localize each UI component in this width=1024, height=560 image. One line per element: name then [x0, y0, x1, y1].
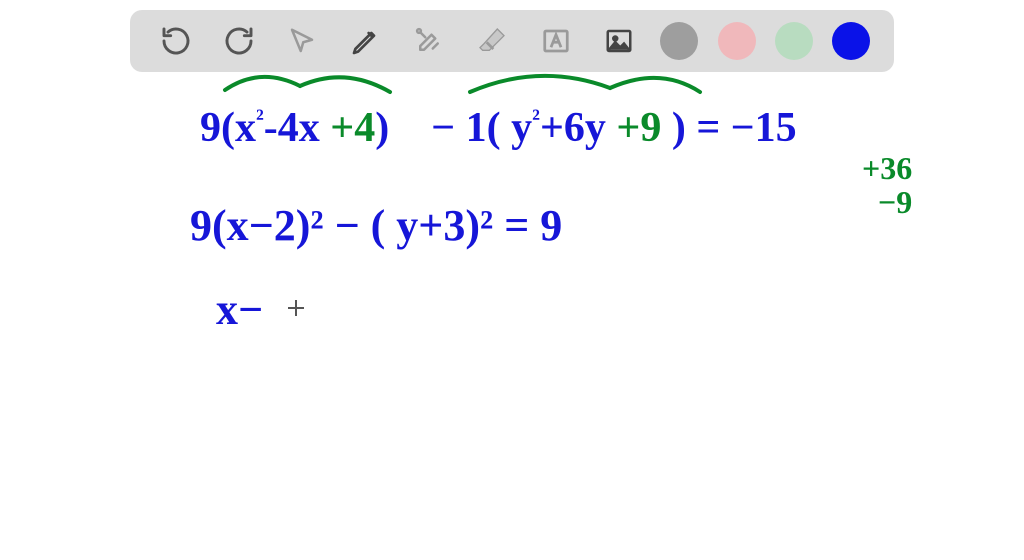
textbox-icon	[541, 26, 571, 56]
eq1-part-e: )	[375, 105, 389, 151]
side-calc-1: +36	[862, 150, 912, 187]
color-gray[interactable]	[660, 22, 698, 60]
pencil-button[interactable]	[344, 19, 388, 63]
drawing-cursor	[288, 300, 304, 316]
image-icon	[604, 26, 634, 56]
drawing-toolbar	[130, 10, 894, 72]
side-calc-2: −9	[878, 184, 912, 221]
eq1-part-a: 9(x	[200, 105, 256, 151]
eq1-part-j: ) = −15	[672, 105, 797, 151]
equation-line-1: 9(x²-4x +4) − 1( y²+6y +9 ) = −15	[200, 104, 797, 152]
undo-button[interactable]	[154, 19, 198, 63]
redo-button[interactable]	[217, 19, 261, 63]
color-pink[interactable]	[718, 22, 756, 60]
pointer-button[interactable]	[280, 19, 324, 63]
undo-icon	[160, 25, 192, 57]
eq1-part-c: -4x	[264, 105, 320, 151]
eraser-button[interactable]	[470, 19, 514, 63]
drawing-canvas[interactable]: 9(x²-4x +4) − 1( y²+6y +9 ) = −15 +36 −9…	[0, 72, 1024, 560]
eq1-part-d: +4	[330, 105, 375, 151]
color-blue[interactable]	[832, 22, 870, 60]
eq1-part-i: +9	[616, 105, 661, 151]
pointer-icon	[287, 26, 317, 56]
image-button[interactable]	[597, 19, 641, 63]
eq1-part-h: +6y	[540, 105, 606, 151]
eq1-part-b: ²	[256, 104, 264, 133]
eq1-part-f: − 1( y	[431, 105, 532, 151]
tools-icon	[414, 26, 444, 56]
redo-icon	[223, 25, 255, 57]
tools-button[interactable]	[407, 19, 451, 63]
pencil-icon	[350, 25, 382, 57]
eraser-icon	[476, 25, 508, 57]
color-mint[interactable]	[775, 22, 813, 60]
equation-line-3: x−	[216, 284, 263, 335]
equation-line-2: 9(x−2)² − ( y+3)² = 9	[190, 200, 562, 251]
textbox-button[interactable]	[534, 19, 578, 63]
eq1-part-g: ²	[532, 104, 540, 133]
